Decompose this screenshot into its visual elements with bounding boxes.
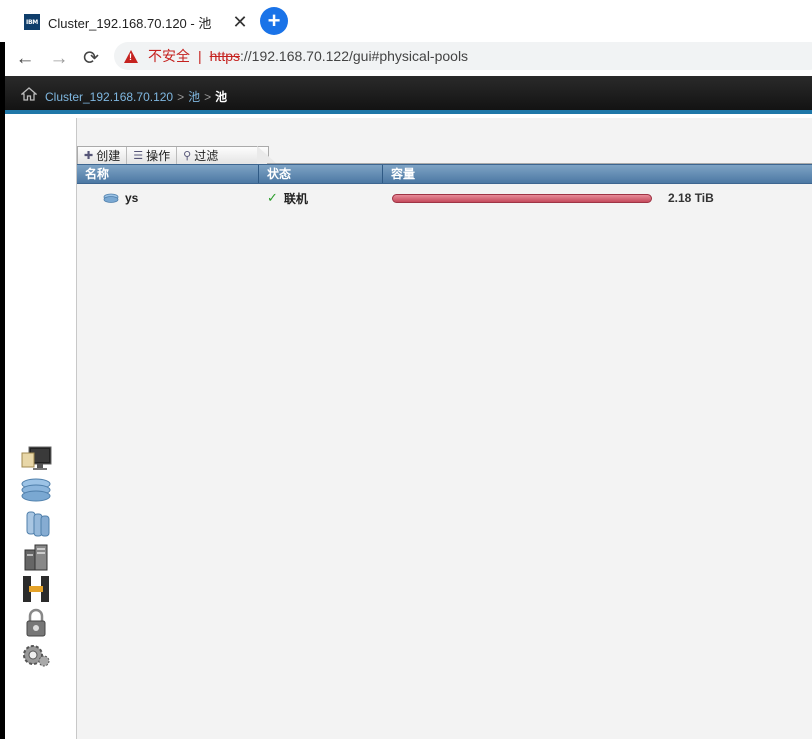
new-tab-button[interactable]: + (260, 7, 288, 35)
list-icon: ☰ (133, 150, 144, 162)
plus-icon: ✚ (84, 150, 94, 162)
back-button[interactable]: ← (12, 46, 38, 72)
grid-header: 名称 状态 容量 (77, 164, 812, 184)
warning-icon[interactable] (124, 49, 138, 63)
capacity-bar (392, 193, 652, 203)
pool-name: ys (125, 191, 139, 205)
hosts-icon[interactable] (19, 542, 53, 572)
table-row[interactable]: ys ✓ 联机 2.18 TiB (77, 186, 812, 210)
actions-button[interactable]: ☰ 操作 (126, 147, 176, 164)
pool-capacity-cell: 2.18 TiB (392, 186, 714, 210)
column-header-name[interactable]: 名称 (77, 165, 259, 183)
url-separator: | (198, 48, 202, 64)
nav-sidebar (5, 118, 77, 739)
home-icon[interactable] (21, 87, 37, 101)
copy-services-icon[interactable] (19, 574, 53, 604)
pools-toolbar: ✚ 创建 ☰ 操作 ⚲ 过滤 (77, 146, 812, 164)
pools-icon[interactable] (19, 474, 53, 504)
ibm-favicon-icon: IBM (24, 14, 40, 30)
url-input[interactable]: 不安全 | https ://192.168.70.122/gui#physic… (114, 42, 812, 70)
browser-tab[interactable]: IBM Cluster_192.168.70.120 - 池 ✕ (14, 6, 252, 38)
pool-status: 联机 (283, 191, 308, 206)
filter-label: 过滤 (194, 149, 219, 163)
tab-close-icon[interactable]: ✕ (230, 12, 250, 32)
tab-title: Cluster_192.168.70.120 - 池 (48, 15, 212, 31)
breadcrumb-current: 池 (215, 90, 228, 104)
breadcrumb: Cluster_192.168.70.120 > 池 > 池 (45, 88, 227, 105)
column-header-capacity[interactable]: 容量 (383, 165, 812, 183)
breadcrumb-cluster[interactable]: Cluster_192.168.70.120 (45, 90, 173, 104)
check-icon: ✓ (267, 190, 278, 205)
pools-panel: ✚ 创建 ☰ 操作 ⚲ 过滤 名称 状态 容量 ys ✓ 联机 2.18 TiB (77, 118, 812, 739)
breadcrumb-separator: > (204, 90, 212, 104)
access-icon[interactable] (19, 608, 53, 638)
forward-button[interactable]: → (46, 46, 72, 72)
browser-tabstrip: IBM Cluster_192.168.70.120 - 池 ✕ + (0, 0, 812, 42)
pool-status-cell: ✓ 联机 (267, 186, 308, 210)
breadcrumb-separator: > (177, 90, 185, 104)
pool-icon (103, 193, 119, 203)
app-header: Cluster_192.168.70.120 > 池 > 池 (5, 76, 812, 114)
filter-button[interactable]: ⚲ 过滤 (176, 147, 224, 164)
url-path: ://192.168.70.122/gui#physical-pools (240, 48, 469, 64)
settings-icon[interactable] (19, 640, 53, 670)
toolbar-tab-tail (257, 146, 277, 164)
capacity-bar-fill (393, 194, 651, 202)
create-label: 创建 (96, 149, 121, 163)
security-label[interactable]: 不安全 (148, 46, 190, 66)
reload-button[interactable]: ⟳ (78, 46, 104, 72)
volumes-icon[interactable] (19, 508, 53, 538)
browser-address-bar: ← → ⟳ 不安全 | https ://192.168.70.122/gui#… (0, 42, 812, 76)
actions-label: 操作 (146, 149, 171, 163)
monitoring-icon[interactable] (19, 444, 53, 474)
toolbar-tab: ✚ 创建 ☰ 操作 ⚲ 过滤 (77, 146, 269, 164)
url-scheme: https (209, 48, 240, 64)
create-button[interactable]: ✚ 创建 (78, 147, 126, 164)
pool-name-cell: ys (103, 186, 138, 210)
search-icon: ⚲ (183, 150, 192, 162)
pool-capacity: 2.18 TiB (668, 191, 714, 205)
column-header-status[interactable]: 状态 (259, 165, 383, 183)
breadcrumb-pools-section[interactable]: 池 (188, 90, 200, 104)
